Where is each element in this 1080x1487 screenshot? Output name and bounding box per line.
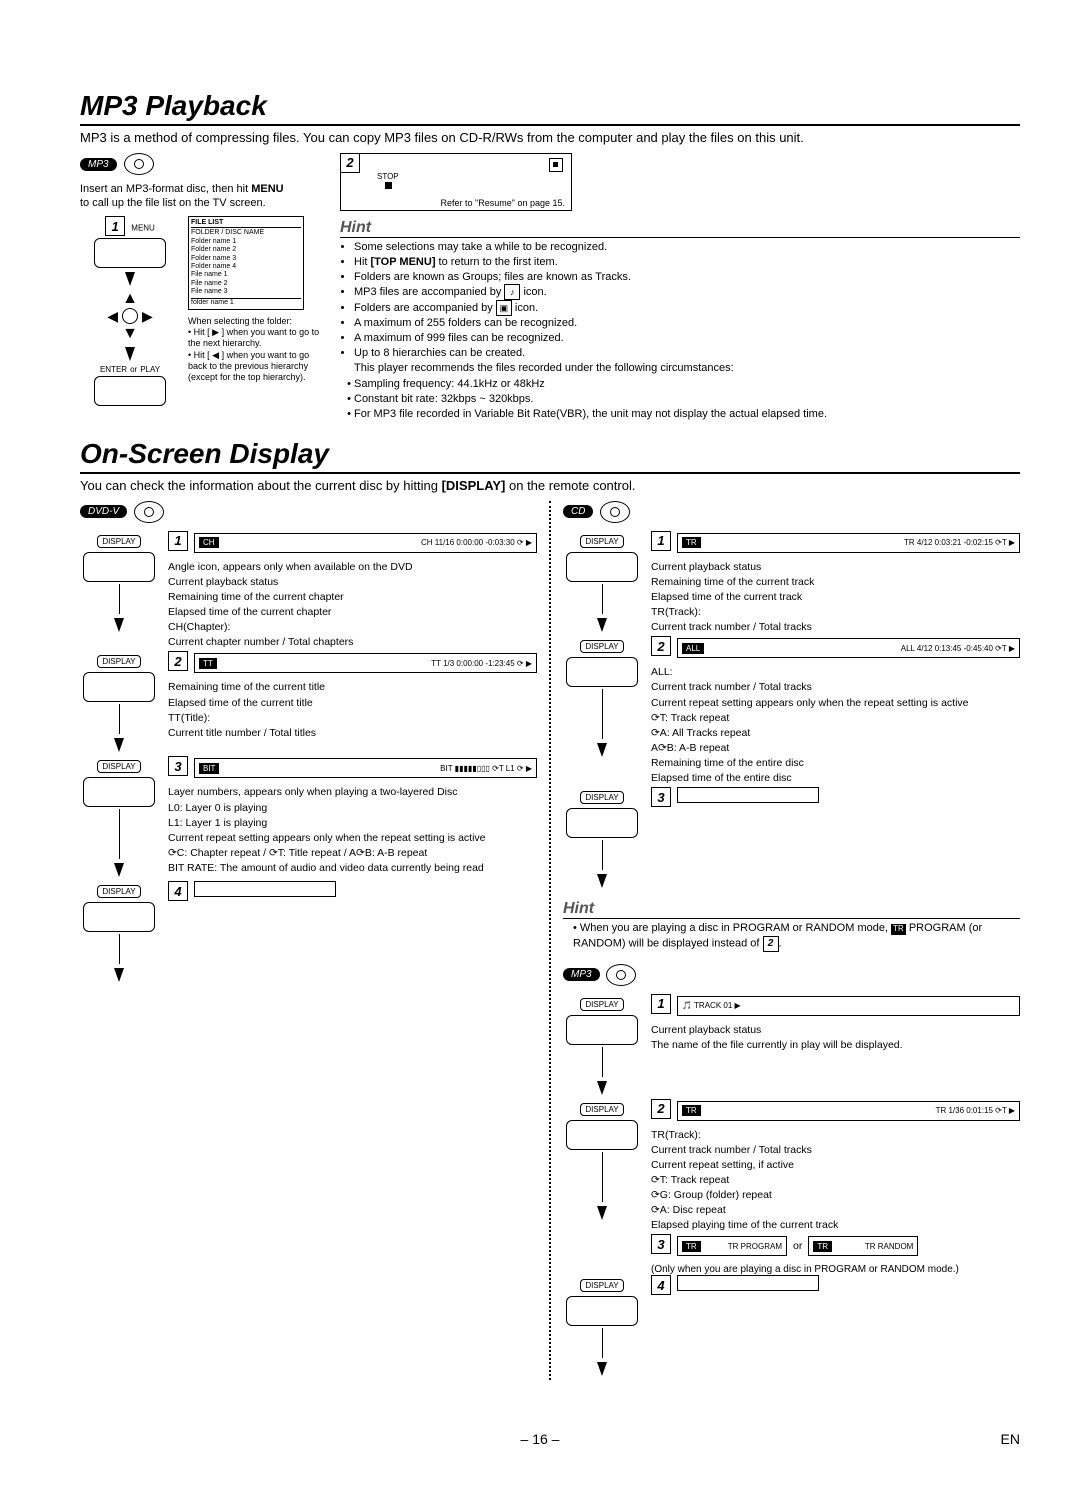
mp3-strip-1: 🎵 TRACK 01 ▶: [677, 996, 1020, 1016]
cd-strip-2: ALLALL 4/12 0:13:45 -0:45:40 ⟳T ▶: [677, 638, 1020, 658]
remote-diagram: 1 MENU ▲ ◀▶ ▼ ENTER or PLAY: [80, 216, 180, 408]
dvd-strip-3: BITBIT ▮▮▮▮▮▯▯▯ ⟳T L1 ⟳ ▶: [194, 758, 537, 778]
cd-hint-header: Hint: [563, 900, 1020, 919]
dvd-empty-box: [194, 881, 336, 897]
disc-icon: [600, 501, 630, 523]
page-footer: – 16 – EN: [0, 1431, 1080, 1447]
dvd-strip-2: TTTT 1/3 0:00:00 -1:23:45 ⟳ ▶: [194, 653, 537, 673]
dvd-strip-1: CHCH 11/16 0:00:00 -0:03:30 ⟳ ▶: [194, 533, 537, 553]
display-button-icon: DISPLAY: [97, 655, 140, 668]
display-button-icon: DISPLAY: [580, 640, 623, 653]
disc-icon: [124, 153, 154, 175]
recommend-list: Sampling frequency: 44.1kHz or 48kHz Con…: [340, 377, 1020, 422]
mp3-osd-section: MP3 DISPLAY 1 🎵 TRACK 01 ▶: [563, 964, 1020, 1381]
mp3-intro: MP3 is a method of compressing files. Yo…: [80, 130, 1020, 147]
cd-badge: CD: [563, 505, 593, 518]
cd-hint-text: • When you are playing a disc in PROGRAM…: [563, 921, 1020, 951]
cd-strip-1: TRTR 4/12 0:03:21 -0:02:15 ⟳T ▶: [677, 533, 1020, 553]
folder-icon: ▣: [496, 300, 512, 316]
mp3-strip-3b: TRTR RANDOM: [808, 1236, 918, 1256]
mp3-insert-text: Insert an MP3-format disc, then hit MENU…: [80, 183, 320, 211]
disc-icon: [134, 501, 164, 523]
mp3-empty-box: [677, 1275, 819, 1291]
dvdv-badge: DVD-V: [80, 505, 127, 518]
mp3-badge: MP3: [80, 158, 117, 171]
osd-intro: You can check the information about the …: [80, 478, 1020, 495]
note-icon: ♪: [504, 284, 520, 300]
dvd-section: DVD-V DISPLAY 1 CHCH 11/16 0:00:00 -0:03…: [80, 501, 537, 1381]
stop-icon: [549, 158, 563, 172]
display-button-icon: DISPLAY: [97, 535, 140, 548]
hint-list: Some selections may take a while to be r…: [340, 240, 1020, 361]
hint-header: Hint: [340, 219, 1020, 238]
display-button-icon: DISPLAY: [97, 760, 140, 773]
cd-section: CD DISPLAY 1 TRTR 4/12 0:03:21 -0:02:15 …: [563, 501, 1020, 893]
display-button-icon: DISPLAY: [580, 535, 623, 548]
display-button-icon: DISPLAY: [580, 998, 623, 1011]
display-button-icon: DISPLAY: [580, 1279, 623, 1292]
mp3-title: MP3 Playback: [80, 90, 1020, 126]
stop-box: 2 STOP Refer to "Resume" on page 15.: [340, 153, 572, 211]
folder-note: When selecting the folder: • Hit [ ▶ ] w…: [188, 316, 320, 384]
disc-icon: [606, 964, 636, 986]
mp3-step3-note: (Only when you are playing a disc in PRO…: [651, 1264, 1020, 1275]
recommend-text: This player recommends the files recorde…: [340, 361, 1020, 375]
display-button-icon: DISPLAY: [580, 1103, 623, 1116]
osd-title: On-Screen Display: [80, 438, 1020, 474]
display-button-icon: DISPLAY: [97, 885, 140, 898]
display-button-icon: DISPLAY: [580, 791, 623, 804]
menu-button-icon: [94, 238, 166, 268]
cd-empty-box: [677, 787, 819, 803]
mp3-strip-2: TRTR 1/36 0:01:15 ⟳T ▶: [677, 1101, 1020, 1121]
file-list-box: FILE LIST FOLDER / DISC NAME Folder name…: [188, 216, 304, 310]
mp3-strip-3a: TRTR PROGRAM: [677, 1236, 787, 1256]
mp3osd-badge: MP3: [563, 968, 600, 981]
enter-button-icon: [94, 376, 166, 406]
